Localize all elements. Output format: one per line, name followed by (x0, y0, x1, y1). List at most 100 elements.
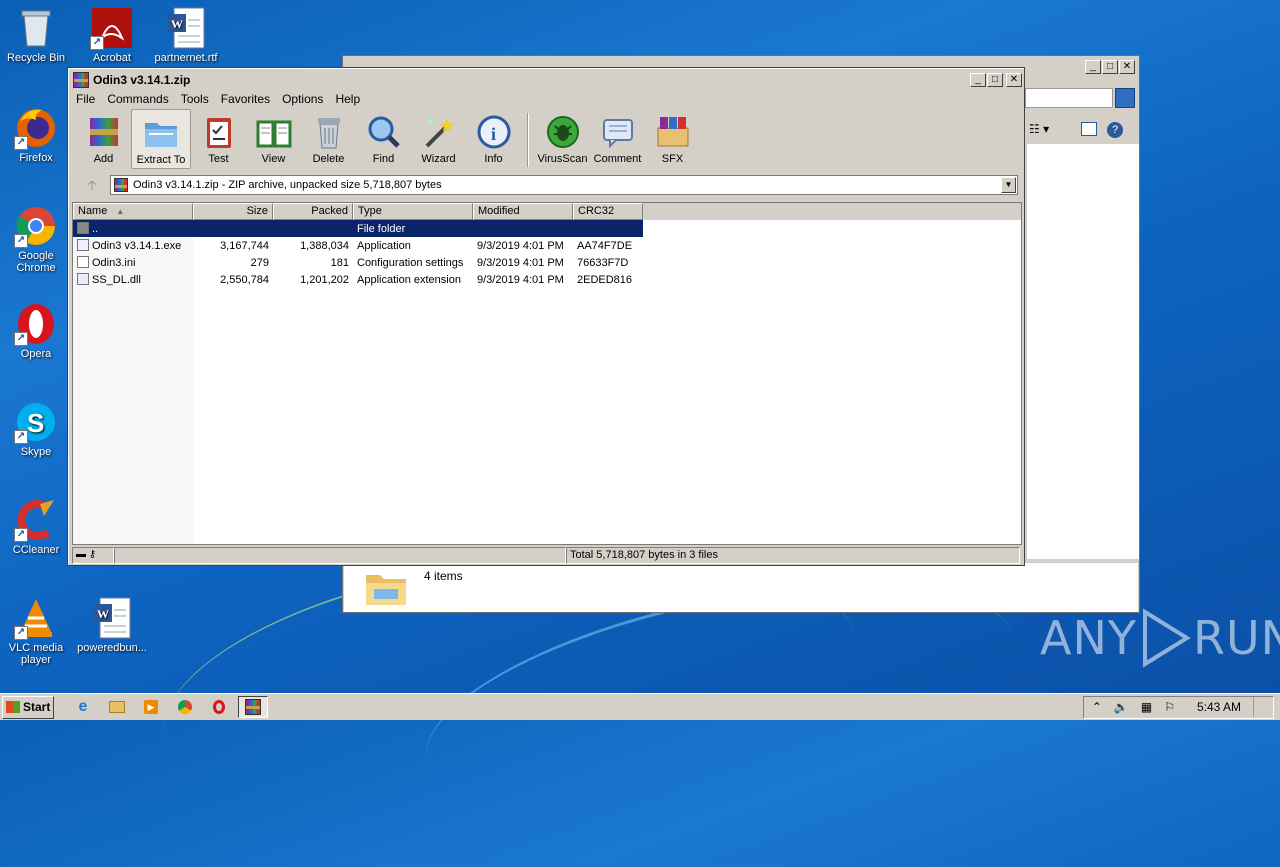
menu-commands[interactable]: Commands (101, 90, 174, 108)
column-header-crc32[interactable]: CRC32 (573, 203, 643, 220)
comment-icon (600, 114, 636, 150)
column-header-packed[interactable]: Packed (273, 203, 353, 220)
explorer-details-pane: 4 items (344, 562, 1138, 612)
desktop-icon-opera[interactable]: ↗ Opera (0, 302, 72, 360)
file-list[interactable]: Name ▲ Size Packed Type Modified CRC32 .… (72, 202, 1022, 545)
winrar-titlebar[interactable]: Odin3 v3.14.1.zip _ □ ✕ (70, 70, 1022, 90)
wizard-label: Wizard (421, 153, 456, 165)
cell-name: Odin3.ini (73, 256, 193, 269)
column-header-size[interactable]: Size (193, 203, 273, 220)
minimize-button[interactable]: _ (970, 73, 986, 87)
maximize-button[interactable]: □ (987, 73, 1003, 87)
virusscan-label: VirusScan (537, 153, 588, 165)
taskbar-chrome[interactable] (170, 696, 200, 718)
taskbar-explorer[interactable] (102, 696, 132, 718)
archive-path-combo[interactable]: Odin3 v3.14.1.zip - ZIP archive, unpacke… (110, 175, 1018, 195)
desktop-icon-firefox[interactable]: ↗ Firefox (0, 106, 72, 164)
info-label: Info (484, 153, 503, 165)
explorer-close-button[interactable]: ✕ (1119, 60, 1135, 74)
cell-name-text: SS_DL.dll (92, 274, 141, 286)
desktop-icon-partnernet[interactable]: W partnernet.rtf (150, 6, 222, 64)
menu-help[interactable]: Help (329, 90, 366, 108)
menu-file[interactable]: File (70, 90, 101, 108)
close-button[interactable]: ✕ (1006, 73, 1022, 87)
virusscan-button[interactable]: VirusScan (535, 109, 590, 169)
delete-button[interactable]: Delete (301, 109, 356, 169)
show-hidden-icons-icon[interactable]: ⌃ (1092, 700, 1102, 714)
winrar-window[interactable]: Odin3 v3.14.1.zip _ □ ✕ File Commands To… (67, 67, 1025, 566)
preview-pane-icon[interactable] (1081, 122, 1097, 136)
desktop-icon-ccleaner[interactable]: ↗ CCleaner (0, 498, 72, 556)
explorer-maximize-button[interactable]: □ (1102, 60, 1118, 74)
extract-to-label: Extract To (136, 154, 186, 166)
drive-key-icons[interactable]: ▬ ⚷ (72, 547, 114, 564)
explorer-search-input[interactable] (1025, 88, 1113, 108)
desktop-icon-acrobat[interactable]: ↗ Acrobat (76, 6, 148, 64)
taskbar: Start e ▶ ⌃ 🔈 ▦ ⚐ 5:43 AM (0, 693, 1280, 720)
extract-to-button[interactable]: Extract To (131, 109, 191, 169)
view-button[interactable]: View (246, 109, 301, 169)
action-center-flag-icon[interactable]: ⚐ (1164, 700, 1175, 714)
cell-type: Configuration settings (357, 256, 464, 269)
toolbar-separator (527, 113, 529, 167)
cell-modified: 9/3/2019 4:01 PM (477, 239, 564, 252)
menu-tools[interactable]: Tools (175, 90, 215, 108)
column-header-modified[interactable]: Modified (473, 203, 573, 220)
desktop-icon-chrome[interactable]: ↗ Google Chrome (0, 204, 72, 274)
chevron-down-icon[interactable]: ▼ (1001, 177, 1016, 193)
folder-up-icon (77, 222, 89, 234)
start-button[interactable]: Start (2, 695, 54, 719)
cell-name: SS_DL.dll (73, 273, 193, 286)
comment-button[interactable]: Comment (590, 109, 645, 169)
status-total: Total 5,718,807 bytes in 3 files (566, 547, 1020, 564)
magnifier-icon (366, 114, 402, 150)
extract-folder-icon (143, 115, 179, 151)
cell-type: File folder (357, 222, 406, 235)
view-options-icon[interactable]: ☷ ▾ (1029, 122, 1059, 138)
volume-icon[interactable]: 🔈 (1114, 700, 1129, 714)
cell-name-text: Odin3 v3.14.1.exe (92, 240, 182, 252)
desktop-icon-skype[interactable]: S ↗ Skype (0, 400, 72, 458)
menu-options[interactable]: Options (276, 90, 329, 108)
up-one-level-button[interactable]: 🡡 (74, 175, 110, 195)
desktop-icon-recycle-bin[interactable]: Recycle Bin (0, 6, 72, 64)
test-button[interactable]: Test (191, 109, 246, 169)
add-button[interactable]: Add (76, 109, 131, 169)
wizard-button[interactable]: Wizard (411, 109, 466, 169)
table-row[interactable]: SS_DL.dll 2,550,784 1,201,202 Applicatio… (73, 271, 1021, 288)
cell-name-text: Odin3.ini (92, 257, 136, 269)
info-icon: i (476, 114, 512, 150)
column-header-type[interactable]: Type (353, 203, 473, 220)
show-desktop-button[interactable] (1253, 697, 1265, 717)
menu-favorites[interactable]: Favorites (215, 90, 276, 108)
desktop-icon-label: CCleaner (12, 544, 60, 556)
table-row-parent[interactable]: .. File folder (73, 220, 643, 237)
sfx-button[interactable]: SFX (645, 109, 700, 169)
column-header-name[interactable]: Name ▲ (73, 203, 193, 220)
taskbar-opera[interactable] (204, 696, 234, 718)
desktop-icon-label: Acrobat (93, 52, 131, 64)
cell-size: 3,167,744 (220, 239, 269, 252)
watermark-left-text: ANY (1040, 611, 1137, 665)
table-row[interactable]: Odin3 v3.14.1.exe 3,167,744 1,388,034 Ap… (73, 237, 1021, 254)
winrar-app-icon (245, 699, 261, 715)
help-icon[interactable]: ? (1107, 122, 1123, 138)
taskbar-media-player[interactable]: ▶ (136, 696, 166, 718)
desktop-icon-vlc[interactable]: ↗ VLC media player (0, 596, 72, 666)
cell-crc32: 76633F7D (577, 256, 629, 269)
sfx-label: SFX (661, 153, 684, 165)
network-icon[interactable]: ▦ (1141, 700, 1152, 714)
explorer-minimize-button[interactable]: _ (1085, 60, 1101, 74)
taskbar-winrar[interactable] (238, 696, 268, 718)
svg-text:W: W (171, 17, 183, 31)
desktop-icon-label: VLC media player (8, 642, 64, 666)
taskbar-ie[interactable]: e (68, 696, 98, 718)
find-button[interactable]: Find (356, 109, 411, 169)
clock[interactable]: 5:43 AM (1197, 700, 1241, 714)
table-row[interactable]: Odin3.ini 279 181 Configuration settings… (73, 254, 1021, 271)
add-archive-icon (86, 114, 122, 150)
search-icon[interactable] (1115, 88, 1135, 108)
desktop-icon-poweredbun[interactable]: W poweredbun... (76, 596, 148, 654)
info-button[interactable]: i Info (466, 109, 521, 169)
zip-archive-icon (114, 178, 128, 192)
